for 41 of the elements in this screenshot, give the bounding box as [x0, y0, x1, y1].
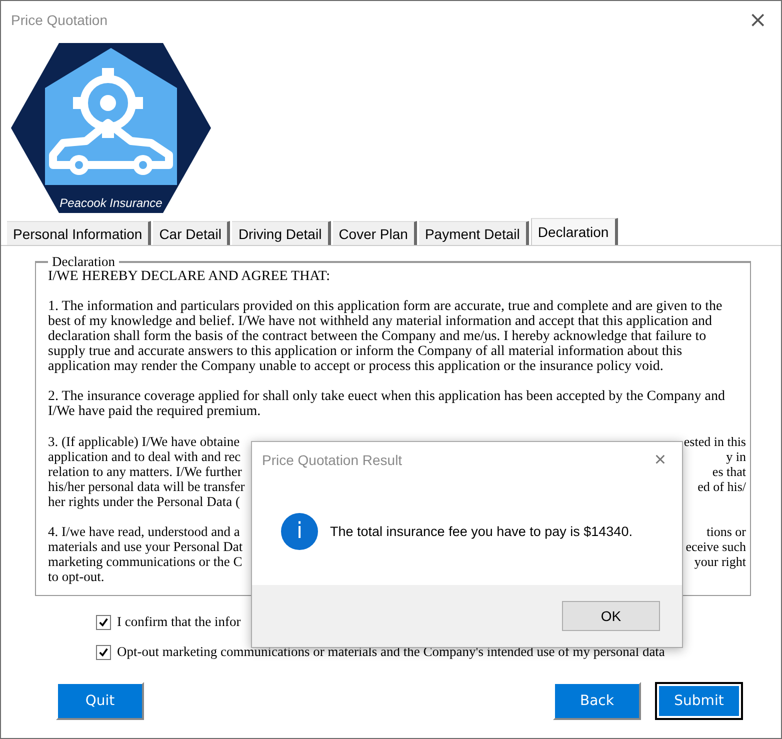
paragraph-line-text: es that [712, 464, 746, 479]
declaration-paragraph: 2. The insurance coverage applied for shall only take euect when this application has been accepted by the Company and I/We have paid the required premium. [48, 389, 726, 419]
close-button[interactable]: × [648, 448, 672, 472]
tab[interactable]: Car Detail [153, 221, 230, 245]
close-button[interactable]: × [744, 8, 771, 32]
gear-car-logo-icon [11, 43, 211, 213]
declaration-paragraph: 1. The information and particulars provided on this application form are accurate, true and complete and are given to the best of my knowledge and belief. I/We have not withheld any material information and accept that this application and declaration shall form the basis of the contract between the Company and me/us. I hereby acknowledge that failure to supply true and accurate answers to this application or inform the Company of all material information about this application may render the Company unable to accept or process this application or the insurance policy void. [48, 299, 724, 374]
paragraph-line-text: 4. I/we have read, understood and a [48, 524, 240, 539]
info-icon: i [281, 513, 318, 550]
action-button[interactable]: Quit [56, 682, 144, 720]
paragraph-line-text: ed of his/ [698, 479, 746, 494]
checkbox-label: I confirm that the infor [117, 614, 241, 630]
paragraph-line-text: marketing communications or the C [48, 554, 242, 569]
paragraph-line-text: his/her personal data will be transfer [48, 479, 245, 494]
window-title: Price Quotation [11, 12, 108, 28]
dialog-title: Price Quotation Result [262, 452, 402, 468]
tab[interactable]: Declaration [530, 218, 618, 245]
action-button[interactable]: Submit [655, 682, 743, 720]
paragraph-line-text: your right [694, 554, 746, 569]
paragraph-line-text: to opt-out. [48, 569, 104, 584]
paragraph-line-text: tions or [706, 524, 746, 539]
checkbox[interactable] [96, 644, 111, 660]
declaration-heading: I/WE HEREBY DECLARE AND AGREE THAT: [48, 269, 332, 284]
logo-text: Peacook Insurance [58, 196, 164, 210]
frame-legend: Declaration [48, 254, 119, 269]
paragraph-line-text: application and to deal with and rec [48, 449, 241, 464]
action-button[interactable]: Back [553, 682, 641, 720]
paragraph-line-text: y in [726, 449, 746, 464]
tab[interactable]: Personal Information [7, 221, 152, 245]
ok-button[interactable]: OK [562, 601, 660, 631]
paragraph-line-text: her rights under the Personal Data ( [48, 494, 240, 509]
tab[interactable]: Driving Detail [232, 221, 331, 245]
dialog-message: The total insurance fee you have to pay is $14340. [330, 524, 632, 539]
paragraph-line-text: 3. (If applicable) I/We have obtaine [48, 434, 240, 449]
tab[interactable]: Payment Detail [418, 221, 529, 245]
paragraph-line-text: materials and use your Personal Dat [48, 539, 243, 554]
paragraph-line-text: eceive such [686, 539, 746, 554]
checkbox[interactable] [96, 614, 111, 630]
paragraph-line-text: relation to any matters. I/We further [48, 464, 242, 479]
paragraph-line-text: ested in this [684, 434, 746, 449]
tab[interactable]: Cover Plan [332, 221, 417, 245]
